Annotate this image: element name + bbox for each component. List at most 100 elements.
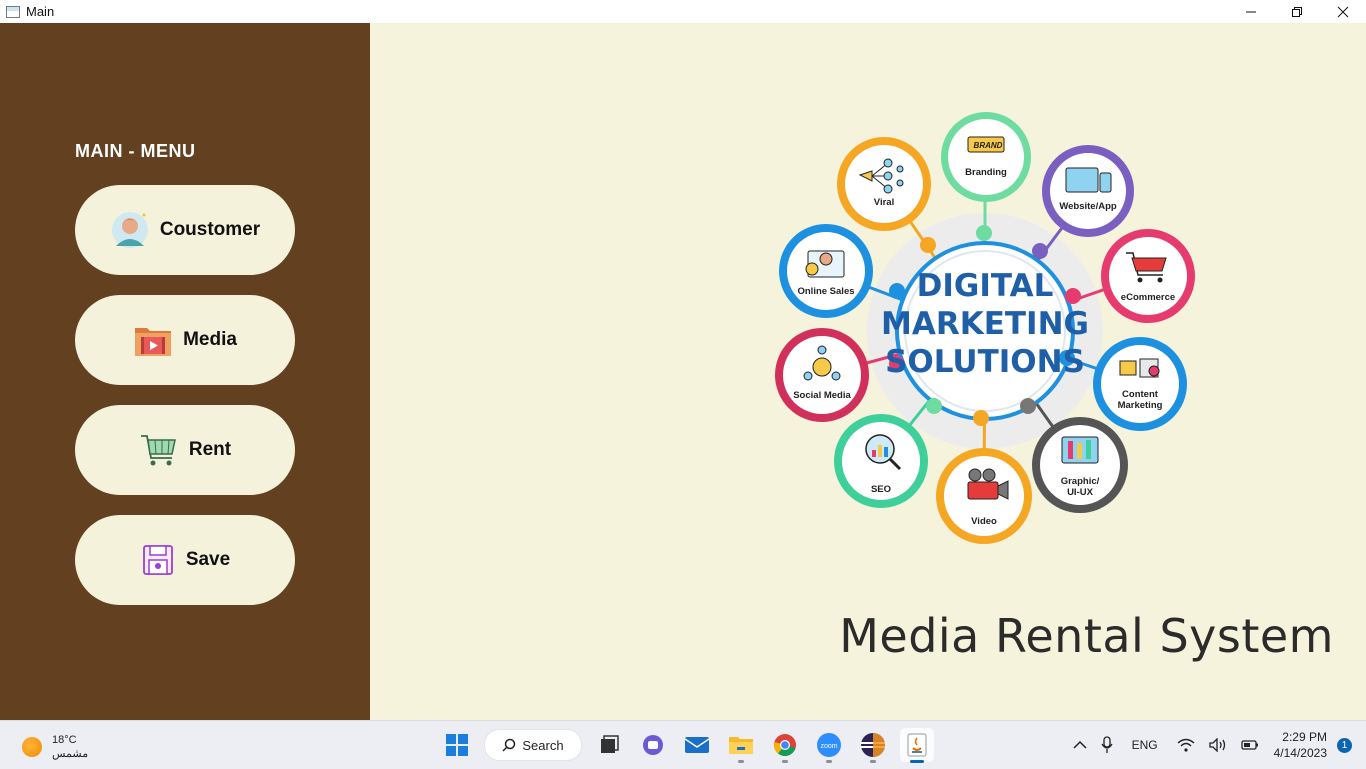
start-icon — [446, 734, 468, 756]
taskbar-clock[interactable]: 2:29 PM 4/14/2023 — [1274, 729, 1327, 761]
taskbar-search[interactable]: Search — [484, 729, 582, 761]
language-indicator[interactable]: ENG — [1132, 738, 1158, 752]
media-folder-icon — [135, 328, 172, 356]
zoom-icon: zoom — [817, 733, 841, 757]
close-button[interactable] — [1320, 0, 1366, 23]
microphone-button[interactable] — [1101, 736, 1113, 754]
dot-seo — [926, 398, 942, 414]
main-menu-title: MAIN - MENU — [75, 141, 196, 161]
save-button[interactable]: Save — [75, 515, 295, 605]
svg-text:zoom: zoom — [820, 743, 837, 750]
windows-taskbar: 18°C مشمس Search zoom ENG 2:29 PM 4/14/2… — [0, 720, 1366, 769]
app-heading: Media Rental System — [839, 609, 1334, 663]
center-title-line-3: SOLUTIONS — [885, 344, 1085, 380]
search-label: Search — [522, 737, 564, 753]
customer-avatar-icon — [111, 212, 148, 248]
node-content-marketing: Content Marketing — [1093, 337, 1187, 431]
node-website-app: Website/App — [1042, 145, 1134, 237]
shopping-cart-icon — [140, 435, 176, 466]
wifi-button[interactable] — [1177, 738, 1195, 752]
rent-button[interactable]: Rent — [75, 405, 295, 495]
eclipse-button[interactable] — [856, 728, 890, 763]
online-sales-icon — [805, 250, 845, 278]
svg-text:eCommerce: eCommerce — [1121, 292, 1175, 303]
taskbar-apps: Search zoom — [440, 728, 934, 763]
weather-temperature: 18°C — [52, 734, 77, 746]
window-title: Main — [26, 4, 55, 19]
wifi-icon — [1177, 738, 1195, 752]
eclipse-icon — [861, 733, 885, 757]
customer-button[interactable]: Coustomer — [75, 185, 295, 275]
node-video: Video — [936, 448, 1032, 544]
svg-text:Social Media: Social Media — [793, 390, 851, 401]
chat-icon — [643, 735, 663, 755]
file-explorer-button[interactable] — [724, 728, 758, 763]
restore-button[interactable] — [1274, 0, 1320, 23]
graphic-label-1: Graphic/ — [1061, 476, 1100, 487]
svg-text:SEO: SEO — [871, 484, 891, 495]
svg-text:Viral: Viral — [874, 197, 894, 208]
close-icon — [1337, 6, 1349, 17]
svg-text:Online Sales: Online Sales — [797, 286, 854, 297]
svg-text:Branding: Branding — [965, 167, 1007, 178]
rent-button-label: Rent — [188, 439, 232, 460]
dot-website — [1032, 243, 1048, 259]
file-explorer-icon — [729, 737, 753, 754]
java-icon — [907, 733, 927, 757]
search-icon — [502, 738, 516, 752]
content-marketing-label: Content — [1122, 389, 1159, 400]
node-graphic-ui-ux: Graphic/ UI-UX — [1032, 417, 1128, 513]
digital-marketing-infographic: DIGITAL MARKETING SOLUTIONS BRAND Brandi… — [775, 112, 1195, 544]
mail-icon — [684, 737, 710, 753]
center-title-line-2: MARKETING — [881, 306, 1089, 342]
dot-viral — [920, 237, 936, 253]
node-viral: Viral — [837, 137, 931, 231]
customer-button-label: Coustomer — [159, 219, 261, 240]
task-view-button[interactable] — [592, 728, 626, 762]
notification-badge[interactable]: 1 — [1337, 737, 1352, 753]
weather-condition: مشمس — [52, 748, 89, 760]
mail-button[interactable] — [680, 728, 714, 762]
dot-graphic — [1020, 398, 1036, 414]
battery-icon — [1240, 740, 1258, 750]
graphic-label-2: UI-UX — [1067, 487, 1094, 498]
minimize-button[interactable] — [1228, 0, 1274, 23]
svg-text:Video: Video — [971, 516, 997, 527]
save-button-label: Save — [185, 549, 231, 570]
java-app-button[interactable] — [900, 728, 934, 763]
show-hidden-icons-button[interactable] — [1073, 740, 1087, 750]
save-disk-icon — [142, 545, 173, 575]
window-controls — [1228, 0, 1366, 23]
chevron-up-icon — [1073, 740, 1087, 749]
dot-online-sales — [889, 283, 905, 299]
node-seo: SEO — [834, 414, 928, 508]
node-branding: BRAND Branding — [941, 112, 1031, 202]
weather-widget[interactable]: 18°C مشمس — [22, 733, 88, 761]
content-marketing-icon — [1119, 358, 1160, 378]
brand-tag-icon: BRAND — [967, 136, 1005, 153]
media-button[interactable]: Media — [75, 295, 295, 385]
clock-time: 2:29 PM — [1282, 730, 1327, 744]
dot-video — [973, 410, 989, 426]
chat-button[interactable] — [636, 728, 670, 762]
svg-text:BRAND: BRAND — [974, 141, 1003, 150]
task-view-icon — [601, 735, 619, 753]
node-social-media: Social Media — [775, 328, 869, 422]
app-window-icon — [6, 5, 20, 18]
microphone-icon — [1101, 736, 1113, 753]
minimize-icon — [1246, 11, 1256, 12]
main-content-area: DIGITAL MARKETING SOLUTIONS BRAND Brandi… — [370, 23, 1366, 720]
sun-icon — [22, 737, 42, 757]
volume-button[interactable] — [1208, 738, 1227, 752]
chrome-icon — [774, 734, 796, 756]
system-tray: ENG 2:29 PM 4/14/2023 1 — [1066, 721, 1366, 769]
svg-text:Website/App: Website/App — [1059, 201, 1117, 212]
battery-button[interactable] — [1240, 739, 1259, 751]
clock-date: 4/14/2023 — [1273, 746, 1327, 760]
start-button[interactable] — [440, 728, 474, 762]
chrome-button[interactable] — [768, 728, 802, 763]
zoom-button[interactable]: zoom — [812, 728, 846, 763]
dot-ecommerce — [1065, 288, 1081, 304]
content-marketing-label-2: Marketing — [1118, 400, 1163, 411]
node-ecommerce: eCommerce — [1101, 229, 1195, 323]
